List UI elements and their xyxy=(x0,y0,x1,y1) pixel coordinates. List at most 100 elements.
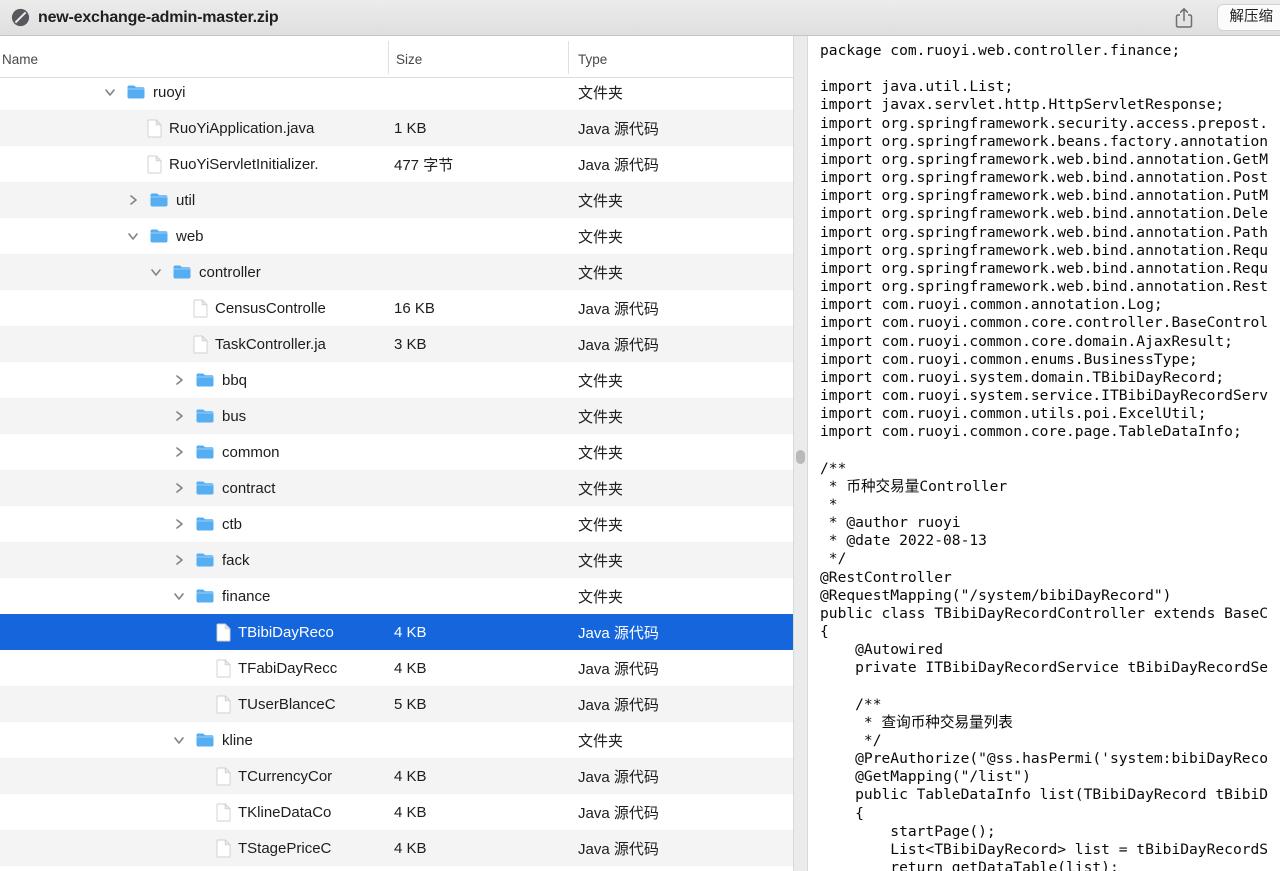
chevron-right-icon[interactable] xyxy=(173,446,195,458)
titlebar: new-exchange-admin-master.zip 解压缩 xyxy=(0,0,1280,36)
file-type: Java 源代码 xyxy=(578,766,659,787)
file-name: bus xyxy=(222,408,246,425)
file-size: 16 KB xyxy=(394,300,435,317)
file-list-panel: Name Size Type ruoyi文件夹RuoYiApplication.… xyxy=(0,36,793,871)
column-divider[interactable] xyxy=(388,41,389,74)
table-row[interactable]: TBibiDayReco4 KBJava 源代码 xyxy=(0,614,793,650)
column-header-name[interactable]: Name xyxy=(2,52,38,67)
folder-icon xyxy=(195,480,215,496)
file-type: 文件夹 xyxy=(578,730,623,751)
extract-button[interactable]: 解压缩 xyxy=(1217,4,1280,31)
column-header-size[interactable]: Size xyxy=(396,52,422,67)
folder-icon xyxy=(149,192,169,208)
table-row[interactable]: ruoyi文件夹 xyxy=(0,74,793,110)
chevron-down-icon[interactable] xyxy=(150,266,172,278)
file-size: 4 KB xyxy=(394,804,427,821)
table-row[interactable]: common 文件夹 xyxy=(0,434,793,470)
table-row[interactable]: kline 文件夹 xyxy=(0,722,793,758)
file-name: bbq xyxy=(222,372,247,389)
file-name: contract xyxy=(222,480,275,497)
file-name: web xyxy=(176,228,204,245)
chevron-right-icon[interactable] xyxy=(173,482,195,494)
table-row[interactable]: contract 文件夹 xyxy=(0,470,793,506)
chevron-right-icon[interactable] xyxy=(173,518,195,530)
folder-icon xyxy=(195,444,215,460)
file-type: Java 源代码 xyxy=(578,154,659,175)
folder-icon xyxy=(195,552,215,568)
table-row[interactable]: web 文件夹 xyxy=(0,218,793,254)
file-icon xyxy=(216,767,231,786)
folder-icon xyxy=(195,372,215,388)
table-row[interactable]: bus文件夹 xyxy=(0,398,793,434)
file-size: 5 KB xyxy=(394,696,427,713)
file-size: 477 字节 xyxy=(394,154,453,175)
file-name: TKlineDataCo xyxy=(238,804,331,821)
table-row[interactable]: fack文件夹 xyxy=(0,542,793,578)
file-type: 文件夹 xyxy=(578,82,623,103)
file-type: Java 源代码 xyxy=(578,118,659,139)
share-icon xyxy=(1173,6,1195,30)
table-row[interactable]: bbq 文件夹 xyxy=(0,362,793,398)
file-type: 文件夹 xyxy=(578,262,623,283)
table-row[interactable]: TKlineDataCo4 KBJava 源代码 xyxy=(0,794,793,830)
scrollbar-thumb[interactable] xyxy=(796,450,805,464)
share-button[interactable] xyxy=(1173,6,1195,30)
file-icon xyxy=(147,155,162,174)
table-row[interactable]: RuoYiApplication.java1 KBJava 源代码 xyxy=(0,110,793,146)
table-row[interactable]: util 文件夹 xyxy=(0,182,793,218)
code-preview-text: package com.ruoyi.web.controller.finance… xyxy=(808,36,1280,871)
column-header-type[interactable]: Type xyxy=(578,52,607,67)
file-name: CensusControlle xyxy=(215,300,326,317)
file-type: 文件夹 xyxy=(578,370,623,391)
chevron-down-icon[interactable] xyxy=(173,734,195,746)
file-type: 文件夹 xyxy=(578,514,623,535)
table-row[interactable]: ctb 文件夹 xyxy=(0,506,793,542)
code-preview-panel: package com.ruoyi.web.controller.finance… xyxy=(808,36,1280,871)
file-name: TBibiDayReco xyxy=(238,624,334,641)
file-name: ctb xyxy=(222,516,242,533)
column-divider[interactable] xyxy=(568,41,569,74)
file-type: 文件夹 xyxy=(578,442,623,463)
table-row[interactable]: controller文件夹 xyxy=(0,254,793,290)
chevron-down-icon[interactable] xyxy=(173,590,195,602)
chevron-down-icon[interactable] xyxy=(127,230,149,242)
chevron-right-icon[interactable] xyxy=(173,374,195,386)
folder-icon xyxy=(126,84,146,100)
folder-icon xyxy=(195,408,215,424)
file-rows: ruoyi文件夹RuoYiApplication.java1 KBJava 源代… xyxy=(0,74,793,866)
file-icon xyxy=(216,695,231,714)
table-row[interactable]: finance文件夹 xyxy=(0,578,793,614)
file-size: 3 KB xyxy=(394,336,427,353)
file-type: Java 源代码 xyxy=(578,334,659,355)
file-icon xyxy=(193,299,208,318)
file-name: TStagePriceC xyxy=(238,840,331,857)
table-row[interactable]: TaskController.ja3 KBJava 源代码 xyxy=(0,326,793,362)
folder-icon xyxy=(172,264,192,280)
file-name: TCurrencyCor xyxy=(238,768,332,785)
file-type: 文件夹 xyxy=(578,478,623,499)
chevron-right-icon[interactable] xyxy=(127,194,149,206)
file-type: 文件夹 xyxy=(578,190,623,211)
chevron-right-icon[interactable] xyxy=(173,410,195,422)
file-size: 4 KB xyxy=(394,840,427,857)
file-type: 文件夹 xyxy=(578,586,623,607)
file-name: kline xyxy=(222,732,253,749)
file-icon xyxy=(216,659,231,678)
zip-document-icon xyxy=(11,8,30,27)
table-row[interactable]: TFabiDayRecc4 KBJava 源代码 xyxy=(0,650,793,686)
table-row[interactable]: RuoYiServletInitializer. 477 字节 Java 源代码 xyxy=(0,146,793,182)
table-row[interactable]: TUserBlanceC5 KBJava 源代码 xyxy=(0,686,793,722)
table-row[interactable]: CensusControlle16 KBJava 源代码 xyxy=(0,290,793,326)
file-name: RuoYiServletInitializer. xyxy=(169,156,319,173)
file-name: util xyxy=(176,192,195,209)
file-name: TUserBlanceC xyxy=(238,696,336,713)
file-size: 1 KB xyxy=(394,120,427,137)
chevron-right-icon[interactable] xyxy=(173,554,195,566)
file-type: Java 源代码 xyxy=(578,838,659,859)
file-name: common xyxy=(222,444,280,461)
chevron-down-icon[interactable] xyxy=(104,86,126,98)
folder-icon xyxy=(195,516,215,532)
file-type: 文件夹 xyxy=(578,226,623,247)
table-row[interactable]: TCurrencyCor4 KBJava 源代码 xyxy=(0,758,793,794)
table-row[interactable]: TStagePriceC 4 KB Java 源代码 xyxy=(0,830,793,866)
